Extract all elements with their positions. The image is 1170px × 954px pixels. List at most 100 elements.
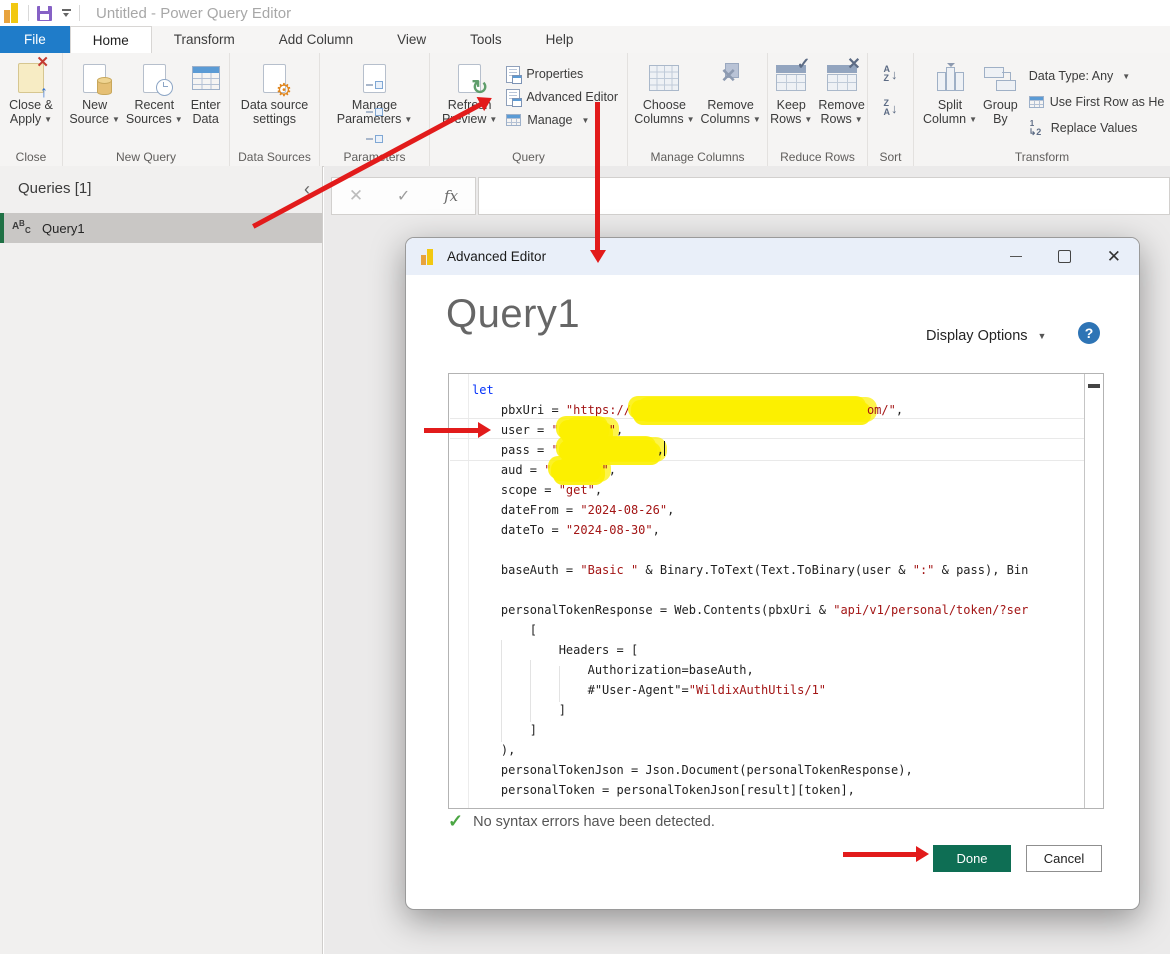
minimize-icon[interactable]	[1010, 256, 1022, 258]
maximize-icon[interactable]	[1058, 250, 1071, 263]
manage-parameters-button[interactable]: Manage Parameters▼	[334, 58, 416, 129]
scrollbar-thumb[interactable]	[1088, 384, 1100, 388]
code-line: let	[472, 380, 1085, 400]
quick-access-caret-icon[interactable]	[62, 9, 71, 17]
properties-button[interactable]: Properties	[506, 65, 618, 83]
group-by-button[interactable]: Group By	[980, 58, 1021, 128]
done-button[interactable]: Done	[933, 845, 1011, 872]
remove-rows-button[interactable]: ✕ Remove Rows▼	[815, 58, 868, 129]
sort-ascending-icon: ↓	[891, 67, 898, 82]
dialog-title-bar[interactable]: Advanced Editor ✕	[406, 238, 1139, 275]
advanced-editor-button[interactable]: Advanced Editor	[506, 88, 618, 106]
refresh-preview-button[interactable]: ↻ Refresh Preview▼	[439, 58, 500, 129]
tab-help[interactable]: Help	[524, 26, 596, 53]
ribbon-group-transform: Split Column▼ Group By Data Type: Any ▼ …	[914, 53, 1170, 166]
remove-rows-icon: ✕	[827, 65, 857, 92]
ribbon-group-data-sources: ⚙ Data source settings Data Sources	[230, 53, 320, 166]
formula-input[interactable]	[478, 177, 1170, 215]
replace-values-icon: 1↳2	[1029, 120, 1045, 136]
new-source-icon	[83, 64, 106, 93]
recent-sources-button[interactable]: Recent Sources▼	[123, 58, 186, 129]
use-first-row-button[interactable]: Use First Row as He	[1029, 93, 1165, 111]
power-query-editor-window: Untitled - Power Query Editor File Home …	[0, 0, 1170, 954]
split-column-icon	[935, 63, 965, 93]
ribbon-group-close: ✕↑ Close & Apply▼ Close	[0, 53, 63, 166]
cancel-button[interactable]: Cancel	[1026, 845, 1102, 872]
remove-columns-button[interactable]: ✕ Remove Columns▼	[698, 58, 764, 129]
enter-data-icon	[192, 66, 220, 90]
advanced-editor-dialog: Advanced Editor ✕ Query1 Display Options…	[405, 237, 1140, 910]
help-icon[interactable]: ?	[1078, 322, 1100, 344]
manage-button[interactable]: Manage ▼	[506, 111, 618, 129]
ribbon-group-query: ↻ Refresh Preview▼ Properties Advanced E…	[430, 53, 628, 166]
code-editor[interactable]: let pbxUri = "https://om/", user = "", p…	[448, 373, 1104, 809]
window-title: Untitled - Power Query Editor	[96, 5, 291, 22]
close-apply-button[interactable]: ✕↑ Close & Apply▼	[6, 58, 56, 129]
data-source-settings-button[interactable]: ⚙ Data source settings	[238, 58, 311, 128]
redaction-highlight	[559, 420, 609, 441]
dropdown-caret-icon: ▼	[969, 115, 977, 124]
group-label-query: Query	[430, 150, 627, 164]
manage-icon	[506, 114, 521, 126]
enter-data-button[interactable]: Enter Data	[186, 58, 226, 128]
code-line: ]	[472, 700, 1085, 720]
code-line: personalTokenJson = Json.Document(person…	[472, 760, 1085, 780]
tab-home[interactable]: Home	[70, 26, 152, 53]
code-line: ),	[472, 740, 1085, 760]
collapse-panel-icon[interactable]: ‹	[304, 183, 310, 195]
redaction-highlight	[559, 440, 657, 461]
group-label-reduce-rows: Reduce Rows	[768, 150, 867, 164]
dropdown-caret-icon: ▼	[175, 115, 183, 124]
data-type-button[interactable]: Data Type: Any ▼	[1029, 67, 1165, 85]
formula-cancel-icon[interactable]: ✕	[349, 186, 363, 206]
query-list-item-selected[interactable]: ABC Query1	[0, 213, 322, 243]
dropdown-caret-icon: ▼	[44, 115, 52, 124]
choose-columns-button[interactable]: Choose Columns▼	[631, 58, 697, 129]
code-line: [	[472, 620, 1085, 640]
code-line: #"User-Agent"="WildixAuthUtils/1"	[472, 680, 1085, 700]
divider	[28, 5, 29, 21]
tab-tools[interactable]: Tools	[448, 26, 524, 53]
code-line: baseAuth = "Basic " & Binary.ToText(Text…	[472, 560, 1085, 580]
dropdown-caret-icon: ▼	[687, 115, 695, 124]
save-icon[interactable]	[37, 6, 52, 21]
manage-parameters-icon	[363, 64, 386, 93]
close-icon[interactable]: ✕	[1107, 248, 1121, 265]
formula-accept-icon[interactable]: ✓	[397, 186, 410, 206]
dropdown-caret-icon: ▼	[804, 115, 812, 124]
dropdown-caret-icon: ▼	[753, 115, 761, 124]
tab-view[interactable]: View	[375, 26, 448, 53]
check-icon: ✓	[448, 811, 463, 832]
ribbon-group-sort: AZ↓ ZA↓ Sort	[868, 53, 914, 166]
code-line	[472, 580, 1085, 600]
dropdown-caret-icon: ▼	[112, 115, 120, 124]
keep-rows-icon: ✓	[776, 65, 806, 92]
new-source-button[interactable]: New Source▼	[66, 58, 123, 129]
choose-columns-icon	[649, 65, 679, 91]
code-line: dateTo = "2024-08-30",	[472, 520, 1085, 540]
code-content: let pbxUri = "https://om/", user = "", p…	[449, 380, 1085, 800]
sort-descending-button[interactable]: ZA↓	[884, 98, 898, 118]
editor-scrollbar[interactable]	[1084, 374, 1103, 808]
dialog-title: Advanced Editor	[447, 249, 546, 264]
sort-ascending-button[interactable]: AZ↓	[884, 64, 898, 84]
redaction-highlight	[631, 400, 867, 421]
keep-rows-button[interactable]: ✓ Keep Rows▼	[767, 58, 815, 129]
code-line: user = "",	[472, 420, 1085, 440]
group-label-transform: Transform	[914, 150, 1170, 164]
display-options-dropdown[interactable]: Display Options▼	[926, 328, 1046, 344]
replace-values-button[interactable]: 1↳2 Replace Values	[1029, 119, 1165, 137]
redaction-highlight	[551, 460, 601, 481]
split-column-button[interactable]: Split Column▼	[920, 58, 980, 129]
recent-sources-icon	[143, 64, 166, 93]
tab-add-column[interactable]: Add Column	[257, 26, 375, 53]
dropdown-caret-icon: ▼	[489, 115, 497, 124]
tab-transform[interactable]: Transform	[152, 26, 257, 53]
remove-columns-icon: ✕	[716, 63, 746, 93]
formula-fx-icon[interactable]: fx	[444, 187, 458, 205]
use-first-row-icon	[1029, 96, 1044, 108]
ribbon-group-new-query: New Source▼ Recent Sources▼ Enter Data N…	[63, 53, 230, 166]
ribbon: ✕↑ Close & Apply▼ Close New Source▼ Rece…	[0, 53, 1170, 167]
code-line	[472, 540, 1085, 560]
tab-file[interactable]: File	[0, 26, 70, 53]
